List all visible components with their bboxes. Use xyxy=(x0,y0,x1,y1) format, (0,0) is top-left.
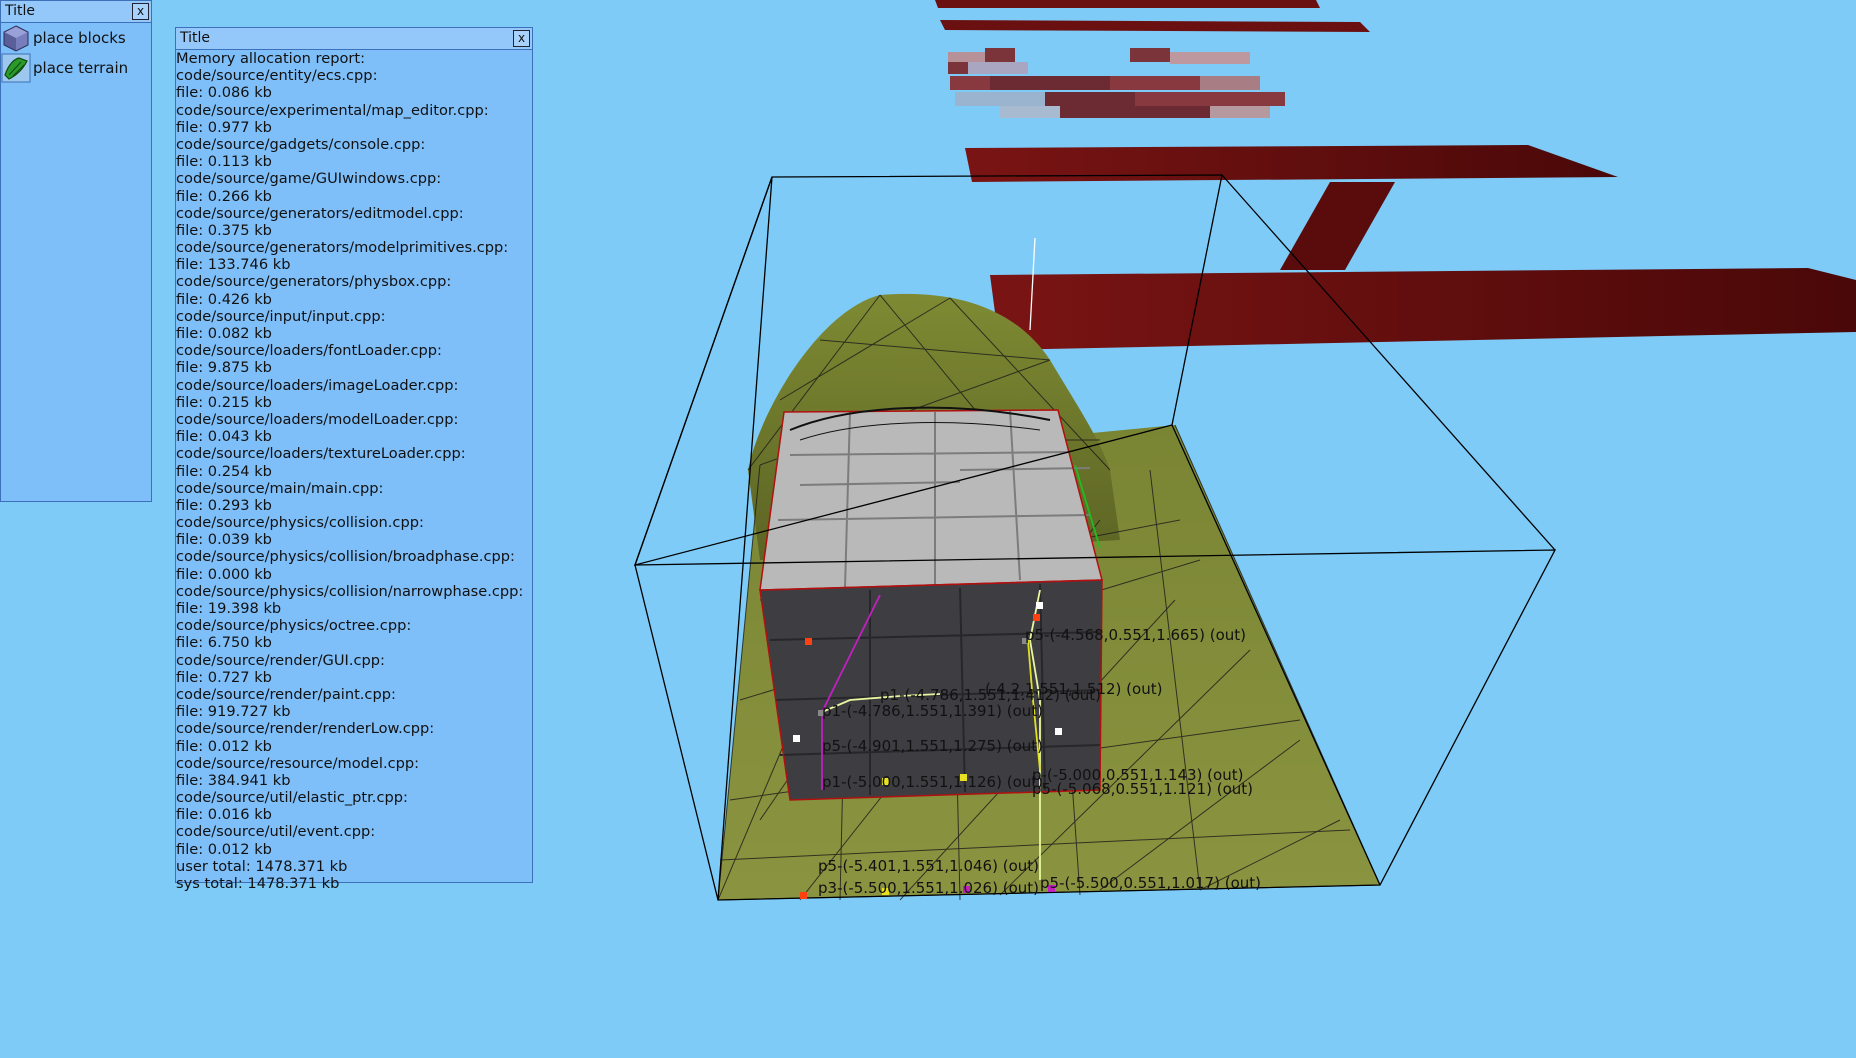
memory-report-line: code/source/loaders/fontLoader.cpp: xyxy=(176,342,442,360)
memory-report-line: code/source/game/GUIwindows.cpp: xyxy=(176,170,442,188)
memory-report-line: code/source/loaders/imageLoader.cpp: xyxy=(176,376,459,394)
memory-report-line: code/source/experimental/map_editor.cpp: xyxy=(176,101,489,119)
memory-report-line: code/source/main/main.cpp: xyxy=(176,479,384,497)
memory-report-line: file: 0.012 kb xyxy=(176,840,272,858)
debug-label: p5-(-4.568,0.551,1.665) (out) xyxy=(1025,626,1246,644)
tools-window-title[interactable]: Title xyxy=(1,1,151,23)
memory-report-line: code/source/render/GUI.cpp: xyxy=(176,651,385,669)
memory-report-line: Memory allocation report: xyxy=(176,50,366,67)
debug-label: p5-(-5.401,1.551,1.046) (out) xyxy=(818,857,1039,875)
memory-report-line: file: 0.012 kb xyxy=(176,737,272,755)
cube-icon xyxy=(3,25,29,52)
memory-report-line: file: 19.398 kb xyxy=(176,600,282,617)
memory-report-line: code/source/physics/octree.cpp: xyxy=(176,617,412,635)
memory-report-line: user total: 1478.371 kb xyxy=(176,857,348,875)
memory-report-line: code/source/generators/modelprimitives.c… xyxy=(176,239,509,257)
memory-report-line: code/source/loaders/textureLoader.cpp: xyxy=(176,445,466,463)
debug-label: p1-(-5.000,1.551,1.126) (out) xyxy=(822,773,1043,791)
memory-report-line: file: 9.875 kb xyxy=(176,359,272,377)
memory-report-line: code/source/resource/model.cpp: xyxy=(176,754,420,772)
memory-report-line: code/source/util/event.cpp: xyxy=(176,823,376,841)
debug-label: (-4.2,1.551,1.512) (out) xyxy=(985,680,1162,698)
place-blocks-button[interactable]: place blocks xyxy=(1,23,151,53)
memory-report-line: file: 0.293 kb xyxy=(176,496,272,514)
memory-report-line: code/source/physics/collision/broadphase… xyxy=(176,548,515,566)
memory-report-line: file: 0.266 kb xyxy=(176,187,272,205)
memory-report-body: Memory allocation report: code/source/ent… xyxy=(176,50,532,892)
place-terrain-button[interactable]: place terrain xyxy=(1,53,151,83)
debug-label: p1-(-4.786,1.551,1.391) (out) xyxy=(822,702,1043,720)
terrain-icon xyxy=(1,53,31,83)
memory-report-line: code/source/loaders/modelLoader.cpp: xyxy=(176,410,459,428)
memory-report-line: file: 0.082 kb xyxy=(176,325,272,342)
memory-report-line: sys total: 1478.371 kb xyxy=(176,875,340,892)
memory-report-line: code/source/gadgets/console.cpp: xyxy=(176,135,426,153)
memory-report-line: code/source/entity/ecs.cpp: xyxy=(176,67,378,85)
floating-planes xyxy=(935,0,1856,350)
memory-report-line: file: 0.043 kb xyxy=(176,428,272,446)
memory-report-line: file: 919.727 kb xyxy=(176,703,291,721)
memory-report-line: file: 0.016 kb xyxy=(176,806,272,824)
memory-report-line: code/source/render/renderLow.cpp: xyxy=(176,720,435,738)
memory-report-line: file: 0.039 kb xyxy=(176,531,272,549)
memory-report-line: code/source/input/input.cpp: xyxy=(176,307,386,325)
memory-report-line: file: 0.000 kb xyxy=(176,565,272,583)
memory-report-line: code/source/util/elastic_ptr.cpp: xyxy=(176,789,408,807)
memory-report-line: code/source/render/paint.cpp: xyxy=(176,685,396,703)
place-blocks-label: place blocks xyxy=(33,29,126,47)
tools-window[interactable]: Title x place blocks place terrain xyxy=(0,0,152,502)
memory-report-close-button[interactable]: x xyxy=(513,30,530,47)
memory-report-line: code/source/generators/physbox.cpp: xyxy=(176,273,452,291)
memory-report-line: file: 0.254 kb xyxy=(176,462,272,480)
memory-report-line: file: 0.977 kb xyxy=(176,118,272,136)
memory-report-line: file: 0.426 kb xyxy=(176,290,272,308)
debug-label: p5-(-5.500,0.551,1.017) (out) xyxy=(1040,874,1261,892)
memory-report-line: code/source/generators/editmodel.cpp: xyxy=(176,204,464,222)
memory-report-line: file: 0.086 kb xyxy=(176,84,272,102)
memory-report-line: file: 0.727 kb xyxy=(176,668,272,686)
memory-report-line: code/source/physics/collision.cpp: xyxy=(176,514,424,532)
memory-report-window-title[interactable]: Title xyxy=(176,28,532,50)
memory-report-line: file: 6.750 kb xyxy=(176,634,272,652)
memory-report-window[interactable]: Title x Memory allocation report: code/so… xyxy=(175,27,533,892)
tools-window-close-button[interactable]: x xyxy=(132,3,149,20)
memory-report-line: file: 0.113 kb xyxy=(176,153,272,171)
place-terrain-label: place terrain xyxy=(33,59,129,77)
debug-label: p5-(-4.901,1.551,1.275) (out) xyxy=(822,737,1043,755)
debug-label: p3-(-5.500,1.551,1.026) (out) xyxy=(818,879,1039,897)
memory-report-line: file: 133.746 kb xyxy=(176,256,291,274)
memory-report-line: file: 0.215 kb xyxy=(176,393,272,411)
debug-label: p5-(-5.068,0.551,1.121) (out) xyxy=(1032,780,1253,798)
memory-report-line: file: 0.375 kb xyxy=(176,221,272,239)
memory-report-line: file: 384.941 kb xyxy=(176,771,291,789)
memory-report-line: code/source/physics/collision/narrowphas… xyxy=(176,582,524,600)
